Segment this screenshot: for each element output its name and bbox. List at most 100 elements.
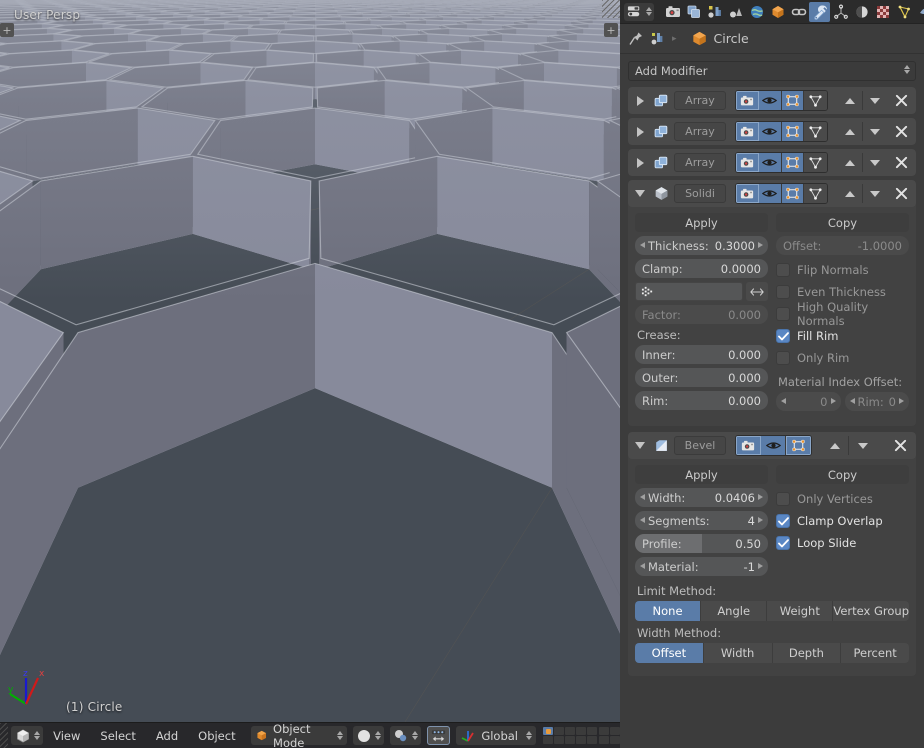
layer-cell[interactable] (565, 736, 575, 744)
menu-object[interactable]: Object (188, 723, 245, 748)
toggle-realtime-solidify[interactable] (758, 184, 782, 203)
add-modifier-button[interactable]: Add Modifier (628, 61, 916, 81)
layer-cell[interactable] (554, 736, 564, 744)
tab-output[interactable] (683, 2, 704, 22)
scene-layers[interactable] (543, 727, 620, 744)
move-up-array-1[interactable] (838, 122, 863, 141)
tab-data[interactable] (893, 2, 914, 22)
layer-cell[interactable] (576, 727, 586, 735)
toggle-on-cage-solidify[interactable] (804, 184, 828, 203)
toggle-edit-mode-array-2[interactable] (781, 153, 805, 172)
toggle-edit-mode-bevel[interactable] (786, 436, 811, 455)
modifier-name-bevel[interactable]: Bevel (674, 436, 726, 455)
layer-cell[interactable] (599, 727, 609, 735)
checkbox-row-solidify-only-rim[interactable]: Only Rim (776, 347, 909, 369)
orientation-spin[interactable] (526, 731, 532, 740)
crease-rim-field[interactable]: Rim: 0.000 (635, 391, 768, 410)
width-method-option-width[interactable]: Width (703, 643, 773, 663)
expand-collapse-solidify[interactable] (632, 186, 648, 202)
snap-spin[interactable] (412, 731, 419, 740)
expand-collapse-array-2[interactable] (632, 155, 648, 171)
delete-modifier-array-2[interactable] (890, 153, 912, 172)
tab-scene[interactable] (725, 2, 746, 22)
layer-cell[interactable] (610, 727, 620, 735)
menu-select[interactable]: Select (90, 723, 145, 748)
bevel-segments-field[interactable]: Segments: 4 (635, 511, 768, 530)
checkbox-row-bevel-loop-slide[interactable]: Loop Slide (776, 532, 909, 554)
toggle-edit-mode-solidify[interactable] (781, 184, 805, 203)
layer-cell[interactable] (576, 736, 586, 744)
toggle-on-cage-array-0[interactable] (804, 91, 828, 110)
tab-world[interactable] (746, 2, 767, 22)
shading-spin[interactable] (375, 731, 382, 740)
decrement-arrow-icon[interactable] (781, 398, 786, 404)
bevel-width-field[interactable]: Width: 0.0406 (635, 488, 768, 507)
delete-modifier-bevel[interactable] (888, 436, 912, 455)
layer-cell[interactable] (587, 727, 597, 735)
move-down-array-0[interactable] (862, 91, 888, 110)
checkbox-row-solidify-fill-rim[interactable]: Fill Rim (776, 325, 909, 347)
properties-editor-spin[interactable] (646, 7, 652, 16)
apply-button-bevel[interactable]: Apply (635, 465, 768, 484)
move-down-array-1[interactable] (862, 122, 888, 141)
checkbox-row-bevel-clamp-overlap[interactable]: Clamp Overlap (776, 510, 909, 532)
modifier-header-solidify[interactable]: Solidi (628, 180, 916, 207)
limit-method-option-weight[interactable]: Weight (767, 601, 834, 621)
move-up-bevel[interactable] (822, 436, 849, 455)
thickness-field[interactable]: Thickness: 0.3000 (635, 236, 768, 255)
modifier-name-array-2[interactable]: Array (674, 153, 726, 172)
increment-arrow-icon[interactable] (758, 242, 763, 248)
move-up-array-2[interactable] (838, 153, 863, 172)
viewport-toolbar-toggle-left[interactable]: + (0, 23, 14, 37)
toggle-render-array-0[interactable] (736, 91, 759, 110)
toggle-render-array-1[interactable] (736, 122, 759, 141)
tab-render[interactable] (662, 2, 683, 22)
layer-cell[interactable] (587, 736, 597, 744)
crease-inner-field[interactable]: Inner: 0.000 (635, 345, 768, 364)
3d-viewport[interactable]: + + User Persp (1) Circle y z x (0, 0, 620, 722)
toggle-render-bevel[interactable] (736, 436, 761, 455)
tab-physics[interactable] (851, 2, 872, 22)
toggle-render-array-2[interactable] (736, 153, 759, 172)
snap-controls[interactable] (390, 726, 422, 745)
decrement-arrow-icon[interactable] (640, 242, 645, 248)
checkbox-solidify-fill-rim[interactable] (776, 329, 790, 343)
layer-cell[interactable] (599, 736, 609, 744)
invert-vertex-group-button[interactable] (746, 282, 768, 301)
increment-arrow-icon[interactable] (758, 517, 763, 523)
toggle-edit-mode-array-0[interactable] (781, 91, 805, 110)
toggle-edit-mode-array-1[interactable] (781, 122, 805, 141)
increment-arrow-icon[interactable] (830, 398, 836, 404)
layer-cell[interactable] (543, 736, 553, 744)
modifier-name-solidify[interactable]: Solidi (674, 184, 726, 203)
modifier-header-array-0[interactable]: Array (628, 87, 916, 114)
layer-block-primary[interactable] (543, 727, 597, 744)
checkbox-solidify-flip-normals[interactable] (776, 263, 790, 277)
editor-type-selector[interactable] (11, 726, 44, 745)
interaction-mode-selector[interactable]: Object Mode (250, 722, 348, 748)
toggle-realtime-bevel[interactable] (761, 436, 786, 455)
clamp-field[interactable]: Clamp: 0.0000 (635, 259, 768, 278)
factor-field[interactable]: Factor: 0.000 (635, 305, 768, 324)
increment-arrow-icon[interactable] (758, 494, 763, 500)
viewport-sidebar-toggle-right[interactable]: + (604, 23, 618, 37)
toggle-realtime-array-1[interactable] (758, 122, 782, 141)
tab-material[interactable] (914, 2, 924, 22)
shading-mode-selector[interactable] (353, 726, 385, 745)
expand-collapse-bevel[interactable] (632, 438, 648, 454)
menu-view[interactable]: View (43, 723, 90, 748)
decrement-arrow-icon[interactable] (640, 517, 645, 523)
properties-editor-type-selector[interactable] (624, 2, 654, 21)
move-up-array-0[interactable] (838, 91, 863, 110)
toggle-realtime-array-0[interactable] (758, 91, 782, 110)
checkbox-solidify-even-thickness[interactable] (776, 285, 790, 299)
width-method-option-offset[interactable]: Offset (635, 643, 704, 663)
increment-arrow-icon[interactable] (758, 563, 763, 569)
toggle-render-solidify[interactable] (736, 184, 759, 203)
checkbox-row-bevel-only-vertices[interactable]: Only Vertices (776, 488, 909, 510)
menu-add[interactable]: Add (146, 723, 188, 748)
tab-texture[interactable] (872, 2, 893, 22)
apply-button-solidify[interactable]: Apply (635, 213, 768, 232)
limit-method-option-angle[interactable]: Angle (701, 601, 768, 621)
width-method-option-depth[interactable]: Depth (772, 643, 842, 663)
